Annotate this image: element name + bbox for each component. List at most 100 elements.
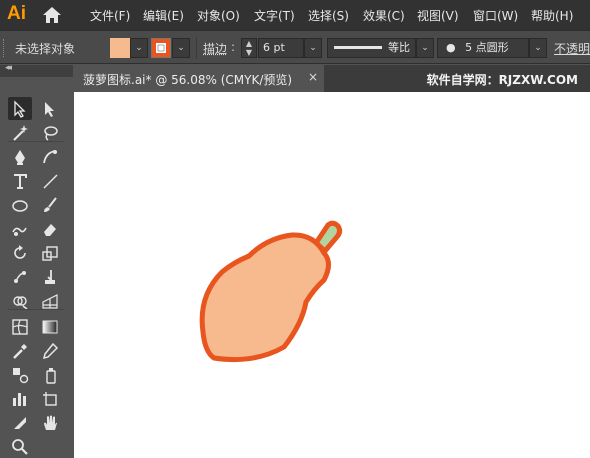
- ellipse-tool-button[interactable]: [8, 193, 32, 216]
- mesh-tool-button[interactable]: [8, 315, 32, 338]
- type-tool-button[interactable]: [8, 169, 32, 192]
- document-tab-title: 菠萝图标.ai* @ 56.08% (CMYK/预览): [83, 73, 293, 87]
- brush-dot-icon: ●: [446, 41, 456, 54]
- toolbox-separator: [8, 309, 64, 310]
- zoom-tool-button[interactable]: [8, 435, 32, 458]
- type-tool-icon: [14, 174, 27, 189]
- shape-builder-tool-icon: [13, 296, 28, 310]
- rotate-tool-icon: [14, 245, 26, 259]
- magic-wand-tool-icon: [13, 125, 28, 141]
- line-segment-tool-icon: [43, 174, 58, 189]
- menu-edit[interactable]: 编辑(E): [143, 7, 184, 24]
- artboard-tool-icon: [43, 392, 57, 406]
- artboard-canvas[interactable]: [74, 92, 590, 458]
- slice-tool-icon: [14, 417, 26, 429]
- free-transform-tool-icon: [45, 270, 55, 284]
- free-transform-tool-button[interactable]: [38, 265, 62, 288]
- control-bar-grip[interactable]: [3, 39, 6, 57]
- stroke-color-swatch[interactable]: [151, 38, 171, 58]
- line-segment-tool-button[interactable]: [38, 169, 62, 192]
- site-watermark: 软件自学网：RJZXW.COM: [426, 73, 578, 87]
- shaper-tool-icon: [12, 227, 27, 236]
- fruit-body[interactable]: [199, 232, 331, 363]
- stroke-width-dropdown[interactable]: ⌄: [304, 38, 322, 58]
- colon-label: :: [231, 40, 236, 54]
- collapse-panel-icon[interactable]: ◂◂: [5, 63, 12, 73]
- scale-tool-button[interactable]: [38, 241, 62, 264]
- column-graph-tool-icon: [13, 393, 26, 406]
- menu-help[interactable]: 帮助(H): [531, 7, 573, 24]
- symbol-sprayer-tool-button[interactable]: [38, 363, 62, 386]
- pen-tool-button[interactable]: [8, 145, 32, 168]
- artboard-tool-button[interactable]: [38, 387, 62, 410]
- stroke-width-field[interactable]: 6 pt: [258, 38, 304, 58]
- curvature-tool-button[interactable]: [38, 145, 62, 168]
- ellipse-tool-icon: [12, 200, 28, 212]
- app-logo: Ai: [7, 3, 26, 24]
- menu-select[interactable]: 选择(S): [308, 7, 349, 24]
- document-tab-bar: 菠萝图标.ai* @ 56.08% (CMYK/预览) × 软件自学网：RJZX…: [74, 65, 590, 92]
- profile-label: 等比: [388, 41, 410, 54]
- eyedropper-tool-button[interactable]: [8, 339, 32, 362]
- blend-tool-icon: [13, 368, 29, 384]
- menu-window[interactable]: 窗口(W): [473, 7, 518, 24]
- column-graph-tool-button[interactable]: [8, 387, 32, 410]
- scale-tool-icon: [42, 246, 58, 261]
- menu-effect[interactable]: 效果(C): [363, 7, 405, 24]
- perspective-grid-tool-icon: [42, 294, 58, 309]
- pen-tool-icon: [15, 150, 25, 165]
- control-separator: [196, 37, 197, 59]
- selection-tool-icon: [14, 100, 26, 118]
- toolbox-header[interactable]: ◂◂: [0, 63, 73, 77]
- menu-bar: Ai 文件(F) 编辑(E) 对象(O) 文字(T) 选择(S) 效果(C) 视…: [0, 0, 590, 30]
- puppet-warp-tool-button[interactable]: [8, 265, 32, 288]
- menu-type[interactable]: 文字(T): [254, 7, 295, 24]
- slice-tool-button[interactable]: [8, 411, 32, 434]
- eraser-tool-button[interactable]: [38, 217, 62, 240]
- papaya-artwork[interactable]: [74, 92, 590, 458]
- brush-dropdown[interactable]: ⌄: [529, 38, 547, 58]
- lasso-tool-icon: [44, 126, 58, 141]
- menu-object[interactable]: 对象(O): [197, 7, 240, 24]
- toolbox-separator: [8, 141, 64, 142]
- close-tab-icon[interactable]: ×: [308, 70, 318, 84]
- fill-dropdown-button[interactable]: ⌄: [130, 38, 148, 58]
- menu-view[interactable]: 视图(V): [417, 7, 459, 24]
- mesh-tool-icon: [12, 319, 28, 335]
- eyedropper-tool-icon: [13, 344, 27, 359]
- measure-tool-icon: [42, 342, 59, 360]
- eraser-tool-icon: [44, 224, 56, 236]
- selection-status: 未选择对象: [15, 42, 76, 56]
- hand-tool-button[interactable]: [38, 411, 62, 434]
- opacity-label[interactable]: 不透明: [554, 40, 590, 57]
- blend-tool-button[interactable]: [8, 363, 32, 386]
- brush-definition[interactable]: ● 5 点圆形: [437, 38, 529, 58]
- toolbox: ◂◂: [0, 63, 73, 458]
- paintbrush-tool-icon: [44, 197, 57, 212]
- profile-dropdown[interactable]: ⌄: [416, 38, 434, 58]
- symbol-sprayer-tool-icon: [46, 368, 56, 384]
- gradient-tool-icon: [42, 320, 58, 334]
- rotate-tool-button[interactable]: [8, 241, 32, 264]
- control-bar: 未选择对象 ⌄ ⌄ 描边 : ▲ ▼ 6 pt ⌄ 等比 ⌄ ● 5 点圆形 ⌄ …: [0, 30, 590, 64]
- shaper-tool-button[interactable]: [8, 217, 32, 240]
- document-tab[interactable]: 菠萝图标.ai* @ 56.08% (CMYK/预览) ×: [74, 65, 324, 92]
- direct-selection-tool-icon: [45, 102, 54, 117]
- variable-width-profile[interactable]: 等比: [327, 38, 416, 58]
- fill-color-swatch[interactable]: [110, 38, 130, 58]
- measure-tool-button[interactable]: [38, 339, 62, 362]
- selection-tool-button[interactable]: [8, 97, 32, 120]
- paintbrush-tool-button[interactable]: [38, 193, 62, 216]
- stroke-label[interactable]: 描边: [203, 40, 227, 57]
- hand-tool-icon: [44, 415, 57, 430]
- gradient-tool-button[interactable]: [38, 315, 62, 338]
- curvature-tool-icon: [43, 150, 57, 164]
- home-icon[interactable]: [42, 6, 62, 24]
- stroke-swatch-icon: [152, 39, 170, 57]
- profile-line-icon: [334, 46, 382, 49]
- stroke-dropdown-button[interactable]: ⌄: [172, 38, 190, 58]
- direct-selection-tool-button[interactable]: [38, 97, 62, 120]
- brush-label: 5 点圆形: [465, 41, 509, 54]
- menu-file[interactable]: 文件(F): [90, 7, 130, 24]
- stroke-width-stepper[interactable]: ▲ ▼: [241, 38, 257, 58]
